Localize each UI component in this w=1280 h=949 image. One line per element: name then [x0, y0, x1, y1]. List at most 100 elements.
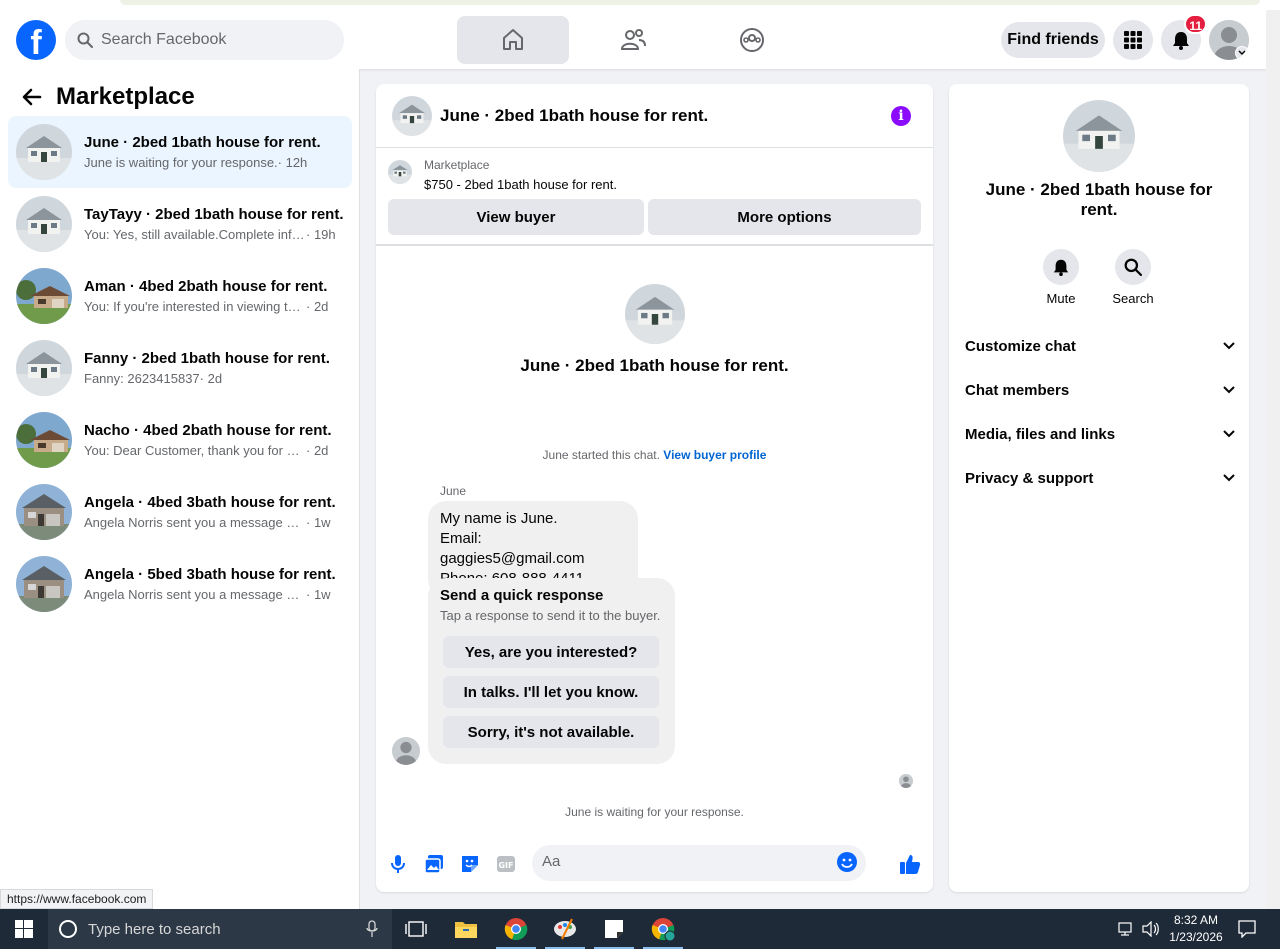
windows-start-button[interactable] [0, 909, 48, 949]
message-input[interactable] [542, 853, 832, 870]
find-friends-button[interactable]: Find friends [1001, 22, 1105, 58]
mute-button[interactable]: Mute [1026, 249, 1096, 306]
quick-reply-button[interactable]: Sorry, it's not available. [443, 716, 659, 748]
system-clock[interactable]: 8:32 AM 1/23/2026 [1168, 912, 1224, 946]
sticker-icon[interactable] [458, 852, 482, 876]
emoji-icon[interactable] [836, 851, 858, 873]
conversation-time: · 2d [306, 443, 329, 458]
notifications-button[interactable]: 11 [1161, 14, 1207, 60]
conversation-item[interactable]: TayTayy · 2bed 1bath house for rent. You… [8, 188, 352, 260]
conversation-list: June · 2bed 1bath house for rent. June i… [8, 116, 352, 620]
view-buyer-button[interactable]: View buyer [388, 199, 644, 235]
conversation-preview: Angela Norris sent you a message ab... [84, 515, 306, 530]
info-icon[interactable]: i [891, 106, 911, 126]
page-scrollbar[interactable] [1266, 10, 1280, 909]
bell-icon [1173, 32, 1189, 50]
gif-icon[interactable]: GIF [494, 852, 518, 876]
back-arrow-icon[interactable] [20, 85, 44, 109]
chat-members-section[interactable]: Chat members [965, 378, 1235, 402]
network-icon[interactable] [1118, 922, 1136, 936]
notification-center-icon[interactable] [1238, 920, 1256, 938]
task-view-icon[interactable] [392, 909, 440, 949]
chat-started-notice: June started this chat. View buyer profi… [542, 448, 767, 462]
chat-intro: June · 2bed 1bath house for rent. [376, 284, 933, 376]
media-files-links-section[interactable]: Media, files and links [965, 422, 1235, 446]
microphone-icon[interactable] [366, 920, 378, 938]
search-input[interactable] [101, 31, 321, 49]
seen-receipt-avatar [899, 774, 913, 788]
windows-taskbar: 8:32 AM 1/23/2026 [0, 909, 1280, 949]
tab-home[interactable] [457, 16, 569, 64]
conversation-preview: June is waiting for your response. [84, 155, 278, 170]
conversation-title: June · 2bed 1bath house for rent. [84, 134, 321, 151]
chevron-down-icon [1223, 430, 1235, 438]
facebook-logo[interactable]: f [16, 20, 56, 60]
taskbar-search-input[interactable] [88, 920, 348, 938]
microphone-icon[interactable] [386, 852, 410, 876]
chrome-profile-icon[interactable] [639, 909, 687, 949]
customize-chat-section[interactable]: Customize chat [965, 334, 1235, 358]
search-conversation-button[interactable]: Search [1098, 249, 1168, 306]
conversation-time: · 12h [277, 155, 308, 170]
view-buyer-profile-link[interactable]: View buyer profile [663, 448, 766, 462]
conversation-item[interactable]: Angela · 5bed 3bath house for rent. Ange… [8, 548, 352, 620]
status-url-tooltip: https://www.facebook.com [0, 889, 154, 909]
conversation-preview: You: Yes, still available.Complete info.… [84, 227, 306, 242]
conversation-title: Angela · 5bed 3bath house for rent. [84, 566, 336, 583]
listing-thumbnail [16, 484, 72, 540]
listing-banner: Marketplace $750 - 2bed 1bath house for … [376, 148, 933, 246]
listing-price[interactable]: $750 - 2bed 1bath house for rent. [424, 177, 617, 192]
conversation-item[interactable]: Nacho · 4bed 2bath house for rent. You: … [8, 404, 352, 476]
conversation-preview: You: If you're interested in viewing the… [84, 299, 306, 314]
chevron-down-icon [1235, 46, 1249, 60]
listing-label: Marketplace [424, 158, 490, 172]
intro-name: June · 2bed 1bath house for rent. [520, 356, 789, 375]
svg-text:GIF: GIF [498, 861, 513, 870]
quick-reply-button[interactable]: In talks. I'll let you know. [443, 676, 659, 708]
photo-icon[interactable] [422, 852, 446, 876]
paint-icon[interactable] [541, 909, 589, 949]
conversation-time: · 1w [306, 587, 331, 602]
sticky-notes-icon[interactable] [590, 909, 638, 949]
privacy-support-section[interactable]: Privacy & support [965, 466, 1235, 490]
home-icon [503, 29, 523, 50]
chat-title[interactable]: June · 2bed 1bath house for rent. [440, 106, 708, 126]
tab-groups[interactable] [696, 16, 808, 64]
search-circle-icon [59, 920, 77, 938]
tab-friends[interactable] [577, 16, 689, 64]
conversation-item[interactable]: Angela · 4bed 3bath house for rent. Ange… [8, 476, 352, 548]
chat-thumbnail[interactable] [392, 96, 432, 136]
listing-thumbnail[interactable] [1063, 100, 1135, 172]
bell-icon [1053, 259, 1069, 276]
quick-reply-button[interactable]: Yes, are you interested? [443, 636, 659, 668]
more-options-button[interactable]: More options [648, 199, 921, 235]
search-bar[interactable] [65, 20, 344, 60]
page-title: Marketplace [56, 83, 195, 110]
chrome-icon[interactable] [492, 909, 540, 949]
grid-menu-icon [1124, 31, 1142, 49]
conversation-title: Nacho · 4bed 2bath house for rent. [84, 422, 332, 439]
groups-icon [740, 28, 764, 52]
search-icon [1124, 258, 1142, 276]
chevron-down-icon [1223, 386, 1235, 394]
chat-window: June · 2bed 1bath house for rent. i Mark… [376, 84, 933, 892]
menu-button[interactable] [1113, 20, 1153, 60]
details-title: June · 2bed 1bath house for rent. [985, 180, 1213, 219]
taskbar-search[interactable] [48, 909, 392, 949]
file-explorer-icon[interactable] [442, 909, 490, 949]
waiting-notice: June is waiting for your response. [565, 805, 744, 819]
chevron-down-icon [1223, 342, 1235, 350]
buyer-avatar[interactable] [392, 737, 420, 765]
conversation-item[interactable]: Aman · 4bed 2bath house for rent. You: I… [8, 260, 352, 332]
message-input-field[interactable] [532, 845, 866, 881]
quick-response-title: Send a quick response [440, 587, 604, 604]
conversation-item[interactable]: Fanny · 2bed 1bath house for rent. Fanny… [8, 332, 352, 404]
listing-thumbnail[interactable] [388, 160, 412, 184]
volume-icon[interactable] [1142, 921, 1160, 937]
chat-details-panel: June · 2bed 1bath house for rent. Mute S… [949, 84, 1249, 892]
account-avatar[interactable] [1209, 20, 1249, 60]
listing-thumbnail [16, 124, 72, 180]
conversation-item[interactable]: June · 2bed 1bath house for rent. June i… [8, 116, 352, 188]
quick-response-subtitle: Tap a response to send it to the buyer. [440, 608, 661, 623]
thumbs-up-icon[interactable] [898, 852, 922, 876]
